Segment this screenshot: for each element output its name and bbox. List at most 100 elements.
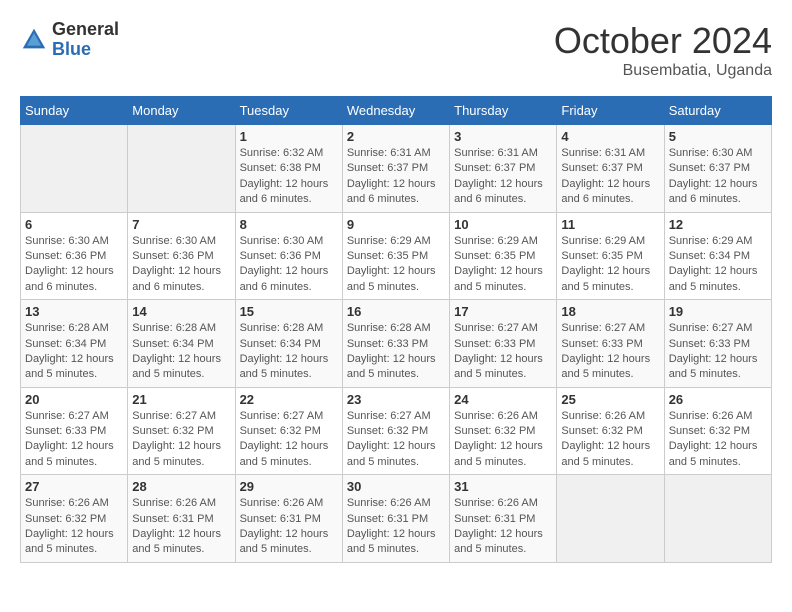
logo-icon: [20, 26, 48, 54]
calendar-cell: 18 Sunrise: 6:27 AM Sunset: 6:33 PM Dayli…: [557, 300, 664, 388]
calendar-cell: [664, 475, 771, 563]
day-info: Sunrise: 6:26 AM Sunset: 6:31 PM Dayligh…: [132, 496, 230, 558]
calendar-cell: 23 Sunrise: 6:27 AM Sunset: 6:32 PM Dayli…: [342, 387, 449, 475]
day-info: Sunrise: 6:31 AM Sunset: 6:37 PM Dayligh…: [347, 146, 445, 208]
day-number: 22: [240, 392, 338, 407]
calendar-cell: 11 Sunrise: 6:29 AM Sunset: 6:35 PM Dayli…: [557, 212, 664, 300]
day-number: 21: [132, 392, 230, 407]
day-info: Sunrise: 6:27 AM Sunset: 6:32 PM Dayligh…: [347, 409, 445, 471]
day-info: Sunrise: 6:26 AM Sunset: 6:31 PM Dayligh…: [240, 496, 338, 558]
day-info: Sunrise: 6:26 AM Sunset: 6:32 PM Dayligh…: [561, 409, 659, 471]
col-wednesday: Wednesday: [342, 97, 449, 125]
page-header: General Blue October 2024 Busembatia, Ug…: [20, 20, 772, 80]
calendar-cell: 17 Sunrise: 6:27 AM Sunset: 6:33 PM Dayli…: [450, 300, 557, 388]
day-number: 8: [240, 217, 338, 232]
day-number: 26: [669, 392, 767, 407]
logo-general-text: General: [52, 20, 119, 40]
col-monday: Monday: [128, 97, 235, 125]
calendar-table: Sunday Monday Tuesday Wednesday Thursday…: [20, 96, 772, 563]
calendar-cell: 6 Sunrise: 6:30 AM Sunset: 6:36 PM Daylig…: [21, 212, 128, 300]
calendar-cell: 24 Sunrise: 6:26 AM Sunset: 6:32 PM Dayli…: [450, 387, 557, 475]
day-info: Sunrise: 6:28 AM Sunset: 6:34 PM Dayligh…: [132, 321, 230, 383]
day-number: 6: [25, 217, 123, 232]
calendar-cell: 5 Sunrise: 6:30 AM Sunset: 6:37 PM Daylig…: [664, 125, 771, 213]
calendar-cell: 20Sunrise: 6:27 AM Sunset: 6:33 PM Dayli…: [21, 387, 128, 475]
day-number: 2: [347, 129, 445, 144]
day-info: Sunrise: 6:30 AM Sunset: 6:36 PM Dayligh…: [132, 234, 230, 296]
calendar-cell: 16 Sunrise: 6:28 AM Sunset: 6:33 PM Dayli…: [342, 300, 449, 388]
calendar-cell: [21, 125, 128, 213]
day-info: Sunrise: 6:32 AM Sunset: 6:38 PM Dayligh…: [240, 146, 338, 208]
day-number: 30: [347, 479, 445, 494]
day-number: 10: [454, 217, 552, 232]
calendar-cell: 26 Sunrise: 6:26 AM Sunset: 6:32 PM Dayli…: [664, 387, 771, 475]
day-info: Sunrise: 6:29 AM Sunset: 6:35 PM Dayligh…: [454, 234, 552, 296]
col-sunday: Sunday: [21, 97, 128, 125]
day-info: Sunrise: 6:30 AM Sunset: 6:36 PM Dayligh…: [25, 234, 123, 296]
calendar-cell: 12 Sunrise: 6:29 AM Sunset: 6:34 PM Dayli…: [664, 212, 771, 300]
day-number: 28: [132, 479, 230, 494]
day-number: 17: [454, 304, 552, 319]
calendar-cell: 28 Sunrise: 6:26 AM Sunset: 6:31 PM Dayli…: [128, 475, 235, 563]
day-number: 24: [454, 392, 552, 407]
col-saturday: Saturday: [664, 97, 771, 125]
calendar-week-1: 1 Sunrise: 6:32 AM Sunset: 6:38 PM Daylig…: [21, 125, 772, 213]
col-friday: Friday: [557, 97, 664, 125]
calendar-cell: 14 Sunrise: 6:28 AM Sunset: 6:34 PM Dayli…: [128, 300, 235, 388]
day-info: Sunrise: 6:29 AM Sunset: 6:35 PM Dayligh…: [347, 234, 445, 296]
day-number: 18: [561, 304, 659, 319]
calendar-cell: [128, 125, 235, 213]
calendar-cell: 21Sunrise: 6:27 AM Sunset: 6:32 PM Dayli…: [128, 387, 235, 475]
day-info: Sunrise: 6:30 AM Sunset: 6:36 PM Dayligh…: [240, 234, 338, 296]
calendar-body: 1 Sunrise: 6:32 AM Sunset: 6:38 PM Daylig…: [21, 125, 772, 563]
day-number: 29: [240, 479, 338, 494]
calendar-cell: 1 Sunrise: 6:32 AM Sunset: 6:38 PM Daylig…: [235, 125, 342, 213]
day-number: 13: [25, 304, 123, 319]
col-tuesday: Tuesday: [235, 97, 342, 125]
calendar-cell: 29 Sunrise: 6:26 AM Sunset: 6:31 PM Dayli…: [235, 475, 342, 563]
day-info: Sunrise: 6:28 AM Sunset: 6:33 PM Dayligh…: [347, 321, 445, 383]
calendar-cell: 22 Sunrise: 6:27 AM Sunset: 6:32 PM Dayli…: [235, 387, 342, 475]
calendar-week-5: 27Sunrise: 6:26 AM Sunset: 6:32 PM Dayli…: [21, 475, 772, 563]
calendar-cell: 31Sunrise: 6:26 AM Sunset: 6:31 PM Dayli…: [450, 475, 557, 563]
day-info: Sunrise: 6:28 AM Sunset: 6:34 PM Dayligh…: [240, 321, 338, 383]
day-number: 11: [561, 217, 659, 232]
calendar-week-2: 6 Sunrise: 6:30 AM Sunset: 6:36 PM Daylig…: [21, 212, 772, 300]
day-info: Sunrise: 6:26 AM Sunset: 6:32 PM Dayligh…: [454, 409, 552, 471]
day-info: Sunrise: 6:30 AM Sunset: 6:37 PM Dayligh…: [669, 146, 767, 208]
month-title-block: October 2024 Busembatia, Uganda: [554, 20, 772, 80]
calendar-week-3: 13 Sunrise: 6:28 AM Sunset: 6:34 PM Dayli…: [21, 300, 772, 388]
day-info: Sunrise: 6:26 AM Sunset: 6:31 PM Dayligh…: [347, 496, 445, 558]
calendar-cell: 7 Sunrise: 6:30 AM Sunset: 6:36 PM Daylig…: [128, 212, 235, 300]
day-number: 7: [132, 217, 230, 232]
location-heading: Busembatia, Uganda: [554, 62, 772, 80]
day-info: Sunrise: 6:27 AM Sunset: 6:33 PM Dayligh…: [454, 321, 552, 383]
day-number: 1: [240, 129, 338, 144]
day-info: Sunrise: 6:31 AM Sunset: 6:37 PM Dayligh…: [454, 146, 552, 208]
day-number: 19: [669, 304, 767, 319]
day-info: Sunrise: 6:29 AM Sunset: 6:34 PM Dayligh…: [669, 234, 767, 296]
day-number: 15: [240, 304, 338, 319]
calendar-cell: 8 Sunrise: 6:30 AM Sunset: 6:36 PM Daylig…: [235, 212, 342, 300]
day-number: 16: [347, 304, 445, 319]
day-info: Sunrise: 6:31 AM Sunset: 6:37 PM Dayligh…: [561, 146, 659, 208]
calendar-cell: 19 Sunrise: 6:27 AM Sunset: 6:33 PM Dayli…: [664, 300, 771, 388]
logo: General Blue: [20, 20, 119, 60]
day-info: Sunrise: 6:27 AM Sunset: 6:33 PM Dayligh…: [669, 321, 767, 383]
calendar-cell: [557, 475, 664, 563]
calendar-cell: 27Sunrise: 6:26 AM Sunset: 6:32 PM Dayli…: [21, 475, 128, 563]
calendar-cell: 15 Sunrise: 6:28 AM Sunset: 6:34 PM Dayli…: [235, 300, 342, 388]
calendar-cell: 3 Sunrise: 6:31 AM Sunset: 6:37 PM Daylig…: [450, 125, 557, 213]
day-info: Sunrise: 6:27 AM Sunset: 6:33 PM Dayligh…: [25, 409, 123, 471]
day-info: Sunrise: 6:26 AM Sunset: 6:32 PM Dayligh…: [669, 409, 767, 471]
day-number: 5: [669, 129, 767, 144]
day-number: 27: [25, 479, 123, 494]
day-number: 3: [454, 129, 552, 144]
day-info: Sunrise: 6:27 AM Sunset: 6:32 PM Dayligh…: [240, 409, 338, 471]
day-info: Sunrise: 6:29 AM Sunset: 6:35 PM Dayligh…: [561, 234, 659, 296]
day-number: 23: [347, 392, 445, 407]
day-number: 14: [132, 304, 230, 319]
header-row: Sunday Monday Tuesday Wednesday Thursday…: [21, 97, 772, 125]
day-number: 12: [669, 217, 767, 232]
day-info: Sunrise: 6:27 AM Sunset: 6:33 PM Dayligh…: [561, 321, 659, 383]
